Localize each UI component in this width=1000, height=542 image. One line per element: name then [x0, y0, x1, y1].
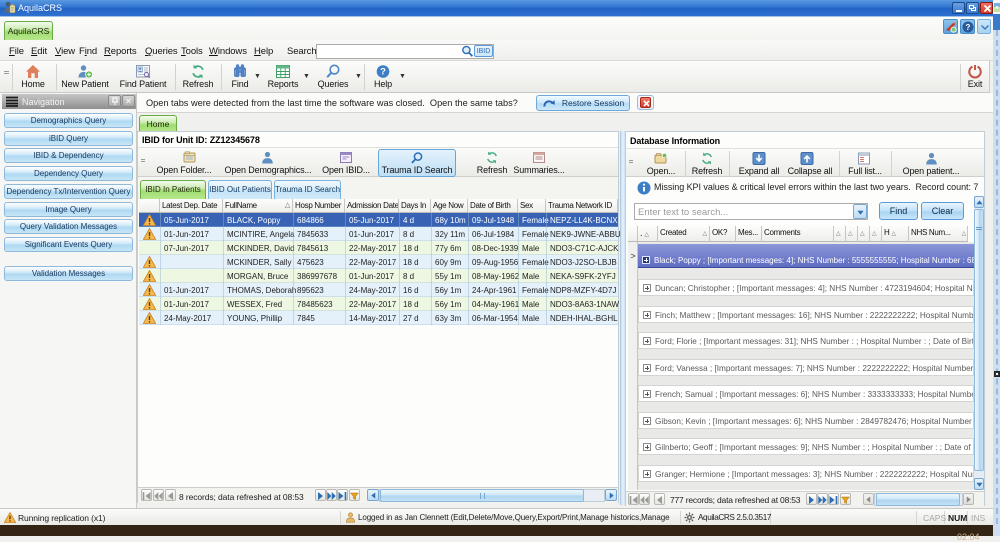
svg-text:?: ? [966, 23, 971, 32]
svg-text:?: ? [380, 67, 386, 78]
